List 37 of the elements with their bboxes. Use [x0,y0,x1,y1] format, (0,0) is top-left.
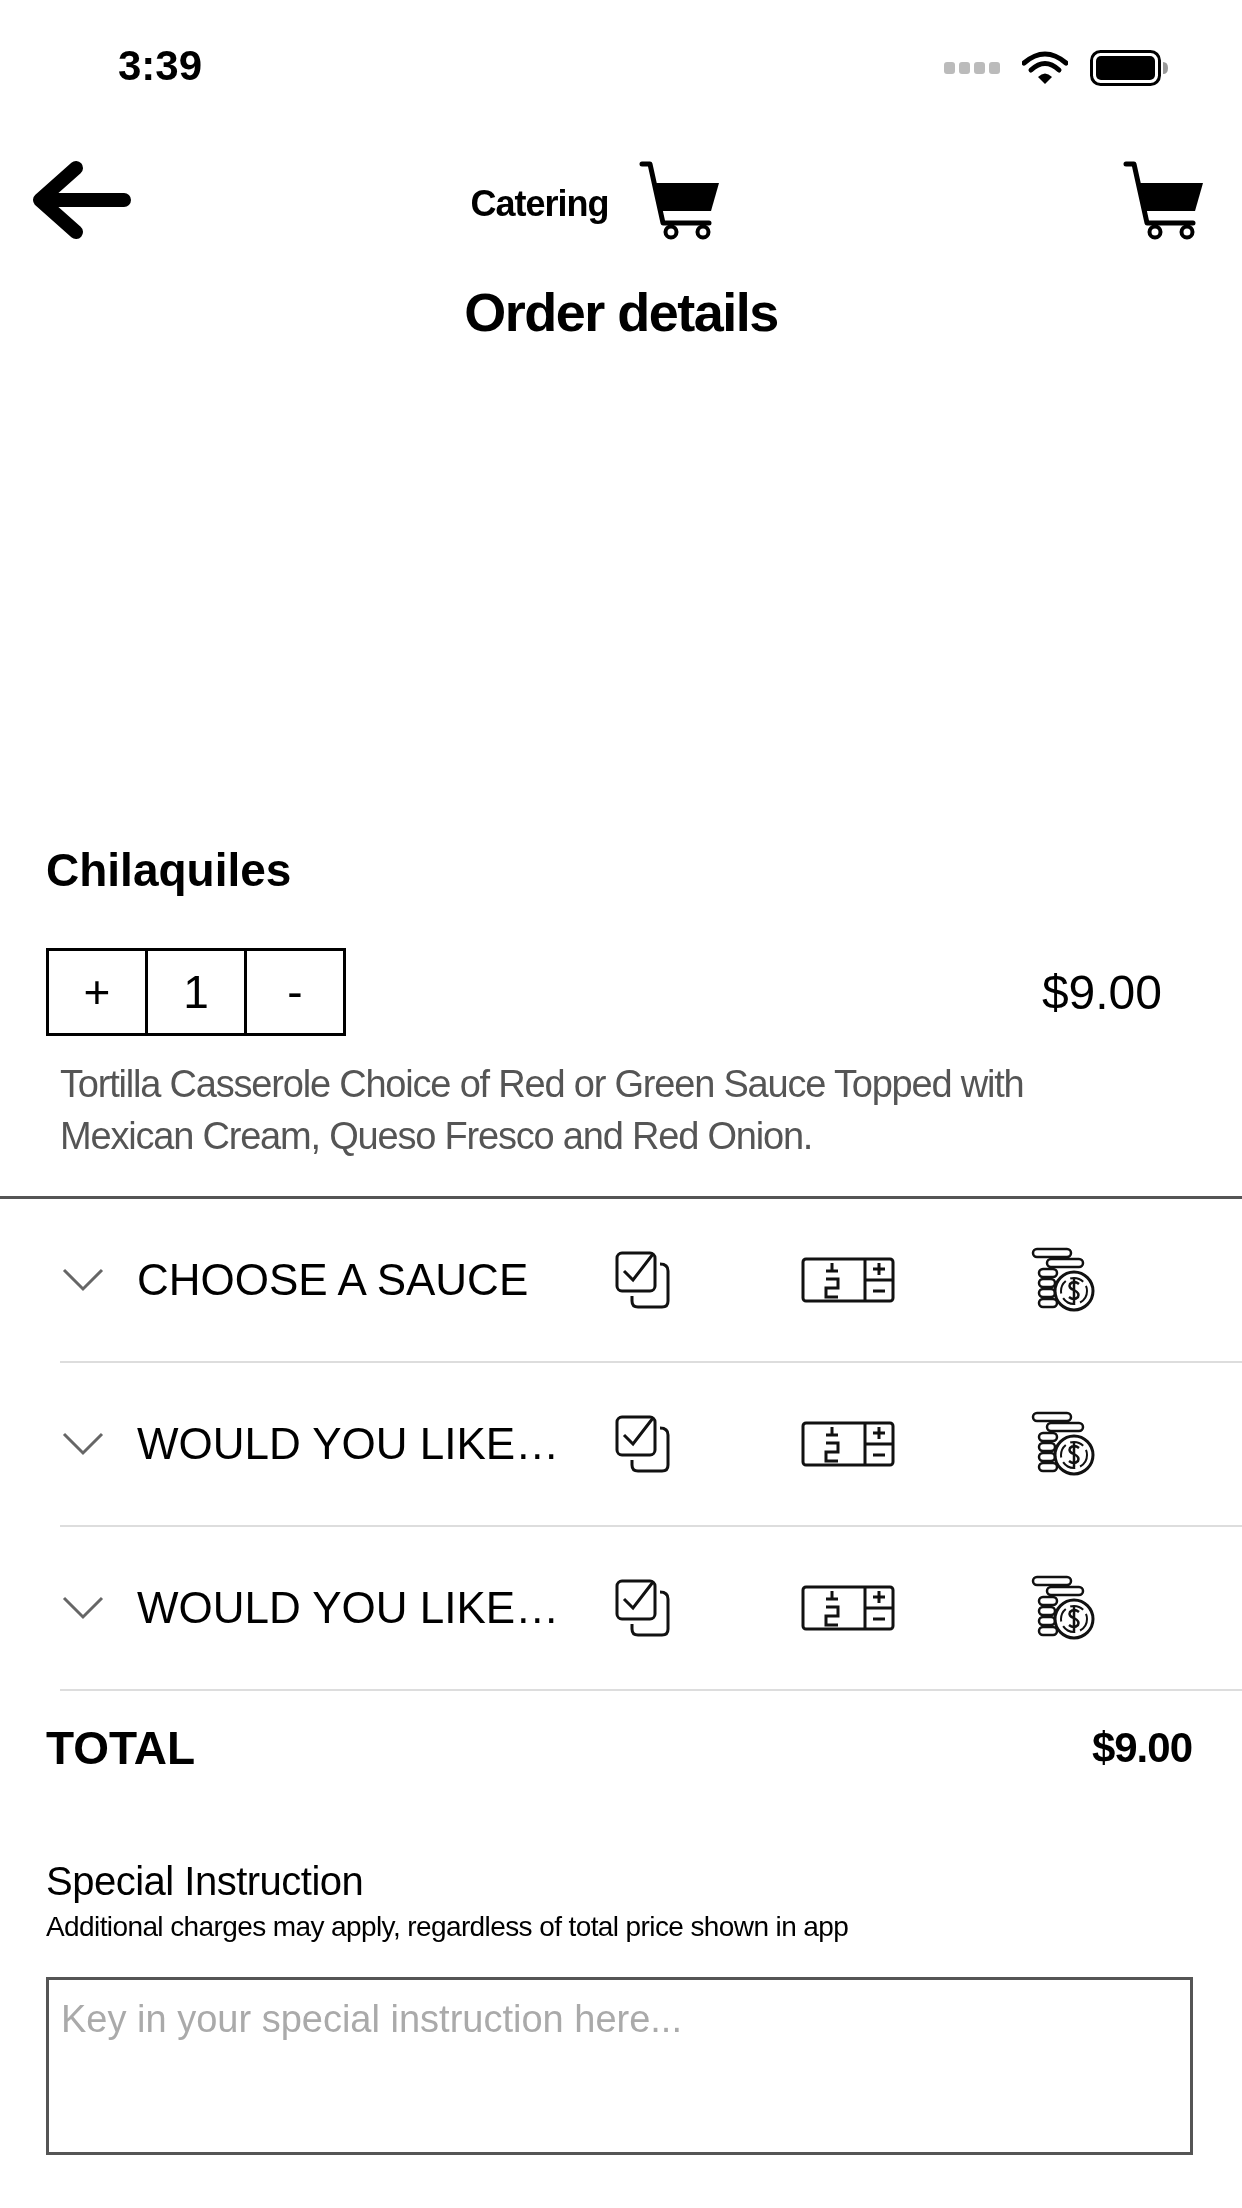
wifi-icon [1022,51,1068,85]
checkbox-stack-icon [615,1250,673,1310]
battery-icon [1090,50,1168,86]
checkbox-stack-icon [615,1578,673,1638]
cart-icon [1123,159,1205,241]
chevron-icon[interactable] [62,1596,104,1620]
plus-minus-counter-icon [801,1585,895,1631]
item-price: $9.00 [1041,964,1162,1020]
instruction-field[interactable]: Key in your special instruction here... [46,1977,1193,2155]
decrease-button[interactable]: - [244,948,346,1036]
status-time: 3:39 [118,42,203,90]
option-title[interactable]: CHOOSE A SAUCE [137,1255,615,1305]
chevron-icon[interactable] [62,1268,104,1292]
page-title: Order details [463,281,779,344]
item-name: Chilaquiles [46,843,293,898]
signal-icon [944,62,1000,74]
back-arrow-icon [30,160,132,240]
instruction-title: Special Instruction [46,1858,365,1905]
quantity-display: 1 [145,948,247,1036]
coin-stack-icon [1031,1575,1095,1641]
instruction-note: Additional charges may apply, regardless of total price shown in app [46,1910,850,1944]
option-title[interactable]: WOULD YOU LIKE… [137,1419,615,1469]
total-label: TOTAL [46,1721,196,1775]
cart-icon [638,159,721,241]
header-title: Catering [470,182,609,225]
item-description: Tortilla Casserole Choice of Red or Green Sauce Topped with Mexican Cream, Queso Fresco and Red Onion. [60,1062,1025,1159]
chevron-icon[interactable] [62,1432,104,1456]
back-button[interactable] [30,160,132,240]
plus-minus-counter-icon [801,1257,895,1303]
plus-minus-counter-icon [801,1421,895,1467]
checkbox-stack-icon [615,1414,673,1474]
coin-stack-icon [1031,1411,1095,1477]
total-amount: $9.00 [1091,1724,1192,1772]
increase-button[interactable]: + [46,948,148,1036]
option-title[interactable]: WOULD YOU LIKE… [137,1583,615,1633]
coin-stack-icon [1031,1247,1095,1313]
cart-button[interactable] [1123,159,1205,241]
